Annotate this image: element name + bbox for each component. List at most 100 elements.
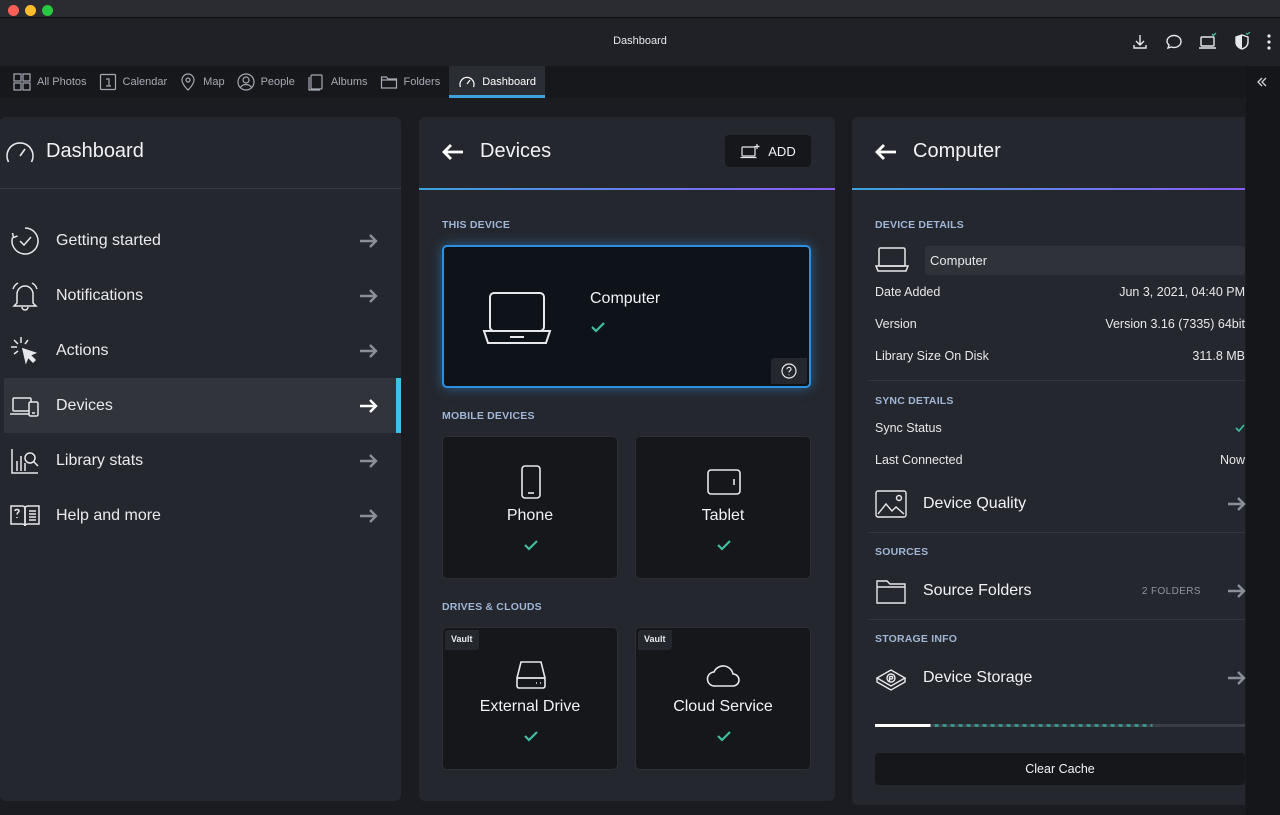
storage-used-segment	[875, 724, 931, 727]
arrow-right-icon	[1228, 497, 1246, 511]
section-label: STORAGE INFO	[875, 633, 958, 645]
sidebar-item-label: Help and more	[56, 506, 161, 524]
tab-people[interactable]: People	[234, 66, 304, 98]
title-bar: Dashboard	[0, 0, 1280, 66]
import-button[interactable]	[1128, 30, 1152, 54]
tab-map[interactable]: Map	[176, 66, 233, 98]
check-circle-icon	[8, 224, 42, 258]
sidebar-item-label: Devices	[56, 396, 113, 414]
tab-label: Dashboard	[482, 76, 537, 88]
tab-label: Map	[203, 76, 225, 88]
tab-label: Calendar	[122, 76, 168, 88]
gauge-icon	[459, 76, 475, 88]
devices-title: Devices	[480, 140, 552, 162]
gauge-icon	[6, 142, 34, 163]
devices-panel: Devices ADD THIS DEVICE Computer MOBILE …	[419, 117, 835, 801]
drive-icon	[515, 661, 547, 689]
device-card-phone[interactable]: Phone	[442, 436, 618, 579]
book-help-icon	[8, 499, 42, 533]
tab-label: Albums	[330, 76, 368, 88]
help-button[interactable]	[771, 358, 807, 384]
computer-header: Computer	[852, 117, 1245, 190]
chart-search-icon	[8, 444, 42, 478]
chevron-double-left-icon	[1257, 77, 1267, 87]
sidebar-item-actions[interactable]: Actions	[4, 323, 397, 378]
sidebar-item-library-stats[interactable]: Library stats	[4, 433, 397, 488]
tab-dashboard[interactable]: Dashboard	[449, 66, 546, 98]
zoom-window-button[interactable]	[42, 5, 53, 16]
divider	[0, 188, 401, 189]
check-icon	[524, 731, 538, 742]
device-name-field[interactable]: Computer	[925, 246, 1245, 275]
sync-status-row: Sync Status	[875, 421, 1245, 435]
more-menu-button[interactable]	[1264, 30, 1274, 54]
source-folders-item[interactable]: Source Folders 2 FOLDERS	[875, 571, 1246, 611]
device-name: Cloud Service	[673, 698, 773, 715]
row-label: Date Added	[875, 285, 941, 299]
sidebar-title: Dashboard	[46, 140, 144, 162]
laptop-sync-icon	[1199, 32, 1217, 49]
tab-bar: All Photos Calendar Map People Albums Fo…	[0, 66, 1246, 98]
vault-badge: Vault	[638, 630, 672, 650]
sidebar-item-getting-started[interactable]: Getting started	[4, 213, 397, 268]
arrow-right-icon	[360, 343, 378, 358]
add-device-icon	[740, 144, 760, 159]
security-button[interactable]	[1230, 30, 1254, 54]
arrow-right-icon	[360, 453, 378, 468]
folders-count: 2 FOLDERS	[1141, 585, 1201, 597]
back-arrow-icon[interactable]	[442, 143, 464, 161]
bell-icon	[8, 279, 42, 313]
tab-albums[interactable]: Albums	[304, 66, 377, 98]
device-card-external-drive[interactable]: Vault External Drive	[442, 627, 618, 770]
phone-icon	[521, 465, 541, 499]
tab-calendar[interactable]: Calendar	[96, 66, 177, 98]
row-value: Now	[1219, 453, 1245, 467]
date-added-row: Date Added Jun 3, 2021, 04:40 PM	[875, 285, 1245, 299]
device-sync-button[interactable]	[1196, 30, 1220, 54]
question-circle-icon	[781, 363, 797, 379]
tab-folders[interactable]: Folders	[377, 66, 450, 98]
section-label: SYNC DETAILS	[875, 395, 954, 407]
sidebar-item-notifications[interactable]: Notifications	[4, 268, 397, 323]
library-size-row: Library Size On Disk 311.8 MB	[875, 349, 1245, 363]
computer-details-panel: Computer DEVICE DETAILS Computer Date Ad…	[852, 117, 1246, 805]
device-name: Tablet	[701, 507, 745, 524]
clear-cache-button[interactable]: Clear Cache	[875, 753, 1245, 785]
device-storage-item[interactable]: Device Storage	[875, 658, 1246, 698]
window-chrome	[0, 0, 1280, 18]
device-name: Phone	[506, 507, 554, 524]
tab-label: Folders	[403, 76, 441, 88]
back-arrow-icon[interactable]	[875, 143, 897, 161]
close-window-button[interactable]	[8, 5, 19, 16]
section-label: SOURCES	[875, 546, 929, 558]
check-icon	[1235, 424, 1245, 432]
device-card-tablet[interactable]: Tablet	[635, 436, 811, 579]
calendar-icon	[99, 73, 116, 91]
sidebar-item-help[interactable]: Help and more	[4, 488, 397, 543]
tablet-icon	[707, 469, 741, 495]
add-device-button[interactable]: ADD	[725, 135, 811, 167]
storage-disk-icon	[875, 662, 907, 694]
device-quality-item[interactable]: Device Quality	[875, 484, 1246, 524]
tab-all-photos[interactable]: All Photos	[10, 66, 96, 98]
image-icon	[875, 488, 907, 520]
divider	[868, 380, 1245, 381]
check-icon	[591, 322, 605, 333]
chat-button[interactable]	[1162, 30, 1186, 54]
person-icon	[236, 73, 255, 91]
cursor-click-icon	[8, 334, 42, 368]
header-accent-line	[419, 188, 835, 190]
toolbar-icons	[1128, 30, 1274, 54]
minimize-window-button[interactable]	[25, 5, 36, 16]
device-name: External Drive	[479, 698, 581, 715]
row-label: Last Connected	[875, 453, 963, 467]
header-accent-line	[852, 188, 1245, 190]
collapse-panel-button[interactable]	[1256, 76, 1268, 88]
devices-icon	[8, 389, 42, 423]
tab-label: People	[260, 76, 295, 88]
device-name: Computer	[590, 290, 661, 307]
this-device-card[interactable]: Computer	[442, 245, 811, 388]
device-card-cloud-service[interactable]: Vault Cloud Service	[635, 627, 811, 770]
window-title: Dashboard	[613, 35, 667, 47]
sidebar-item-devices[interactable]: Devices	[4, 378, 401, 433]
